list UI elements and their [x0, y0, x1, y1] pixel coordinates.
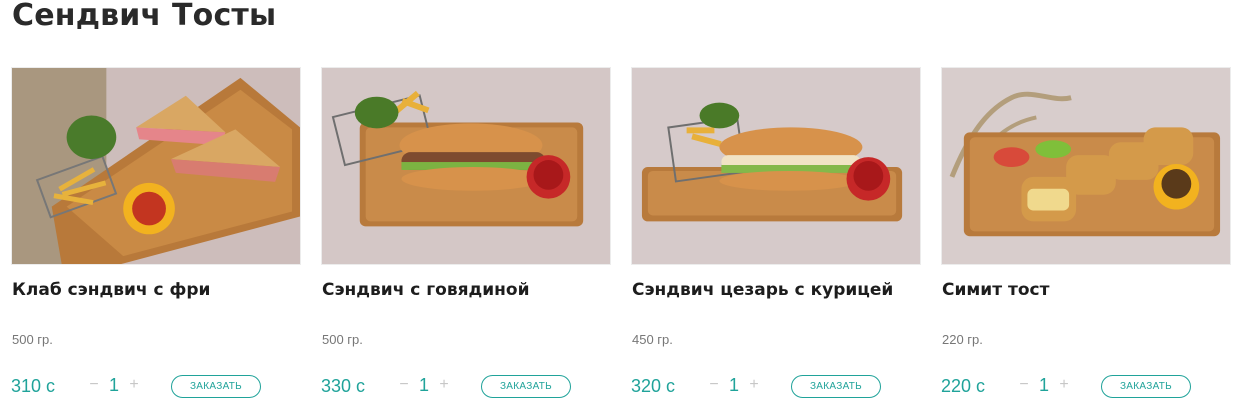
- product-price: 220 с: [941, 376, 986, 396]
- product-photo[interactable]: [11, 67, 301, 265]
- order-button[interactable]: ЗАКАЗАТЬ: [791, 375, 881, 398]
- product-price: 310 с: [11, 376, 56, 396]
- decrease-button[interactable]: −: [707, 374, 721, 396]
- product-card: Сэндвич с говядиной 500 гр. 330 с − 1 + …: [321, 67, 611, 408]
- product-weight: 500 гр.: [12, 332, 53, 347]
- increase-button[interactable]: +: [437, 374, 451, 396]
- product-name[interactable]: Сэндвич с говядиной: [322, 280, 612, 300]
- product-card: Симит тост 220 гр. 220 с − 1 + ЗАКАЗАТЬ: [941, 67, 1231, 408]
- product-price: 330 с: [321, 376, 366, 396]
- quantity-stepper: − 1 +: [397, 374, 451, 396]
- increase-button[interactable]: +: [127, 374, 141, 396]
- increase-button[interactable]: +: [747, 374, 761, 396]
- decrease-button[interactable]: −: [1017, 374, 1031, 396]
- product-photo[interactable]: [631, 67, 921, 265]
- product-card: Сэндвич цезарь с курицей 450 гр. 320 с −…: [631, 67, 921, 408]
- product-weight: 220 гр.: [942, 332, 983, 347]
- order-button[interactable]: ЗАКАЗАТЬ: [1101, 375, 1191, 398]
- quantity-value: 1: [1038, 375, 1049, 395]
- product-price: 320 с: [631, 376, 676, 396]
- product-name[interactable]: Сэндвич цезарь с курицей: [632, 280, 922, 300]
- product-photo[interactable]: [941, 67, 1231, 265]
- quantity-stepper: − 1 +: [1017, 374, 1071, 396]
- product-weight: 500 гр.: [322, 332, 363, 347]
- order-button[interactable]: ЗАКАЗАТЬ: [171, 375, 261, 398]
- product-card: Клаб сэндвич с фри 500 гр. 310 с − 1 + З…: [11, 67, 301, 408]
- product-name[interactable]: Клаб сэндвич с фри: [12, 280, 302, 300]
- decrease-button[interactable]: −: [87, 374, 101, 396]
- quantity-value: 1: [108, 375, 119, 395]
- product-photo[interactable]: [321, 67, 611, 265]
- order-button[interactable]: ЗАКАЗАТЬ: [481, 375, 571, 398]
- product-name[interactable]: Симит тост: [942, 280, 1232, 300]
- quantity-value: 1: [728, 375, 739, 395]
- quantity-stepper: − 1 +: [87, 374, 141, 396]
- decrease-button[interactable]: −: [397, 374, 411, 396]
- quantity-value: 1: [418, 375, 429, 395]
- increase-button[interactable]: +: [1057, 374, 1071, 396]
- product-weight: 450 гр.: [632, 332, 673, 347]
- section-title: Сендвич Тосты: [12, 0, 277, 33]
- quantity-stepper: − 1 +: [707, 374, 761, 396]
